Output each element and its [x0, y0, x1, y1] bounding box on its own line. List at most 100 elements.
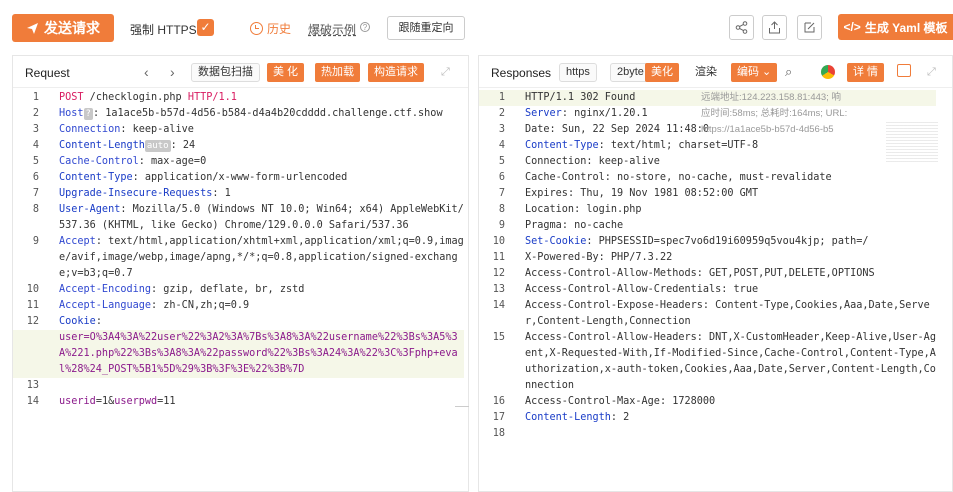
- code-token: POST: [59, 92, 84, 103]
- line-number: 5: [32, 156, 39, 167]
- line-number: [13, 330, 47, 378]
- code-token: : 24: [170, 140, 196, 151]
- code-token: /checklogin.php: [83, 92, 188, 103]
- code-token: Host: [59, 108, 84, 119]
- code-line: 12 Cookie:: [13, 314, 464, 330]
- line-number: 13: [26, 380, 39, 391]
- send-request-button[interactable]: 发送请求: [12, 14, 114, 42]
- packet-scan-button[interactable]: 数据包扫描: [191, 63, 260, 82]
- share-icon[interactable]: [729, 15, 754, 40]
- line-text: Expires: Thu, 19 Nov 1981 08:52:00 GMT: [513, 186, 936, 202]
- code-line: 7 Expires: Thu, 19 Nov 1981 08:52:00 GMT: [479, 186, 936, 202]
- line-number: 9: [32, 236, 39, 247]
- minimap: [886, 122, 938, 164]
- code-token: Content-Length: [525, 412, 611, 423]
- line-number: 6: [498, 172, 505, 183]
- code-token: : 1a1ace5b-b57d-4d56-b584-d4a4b20cdddd.c…: [92, 108, 443, 119]
- hotload-button[interactable]: 热加载: [315, 63, 360, 82]
- code-line: 7 Upgrade-Insecure-Requests: 1: [13, 186, 464, 202]
- render-button[interactable]: 渲染: [688, 63, 724, 82]
- code-token: HTTP/1.1 302 Found: [525, 92, 636, 103]
- code-token: Set-Cookie: [525, 236, 587, 247]
- beautify-button[interactable]: 美 化: [267, 63, 305, 82]
- line-text: Content-Length: 2: [513, 410, 936, 426]
- history-button[interactable]: 历史: [250, 20, 291, 37]
- force-https-checkbox[interactable]: ✓: [197, 19, 214, 36]
- code-line: 4 Content-Type: text/html; charset=UTF-8: [479, 138, 936, 154]
- line-text: Set-Cookie: PHPSESSID=spec7vo6d19i60959q…: [513, 234, 936, 250]
- code-token: : PHP/7.3.22: [598, 252, 673, 263]
- code-token: : no-cache: [561, 220, 624, 231]
- help-icon[interactable]: ?: [360, 22, 370, 32]
- export-icon[interactable]: [762, 15, 787, 40]
- line-text: Connection: keep-alive: [513, 154, 936, 170]
- code-token: : 1: [212, 188, 231, 199]
- code-token: Connection: [525, 156, 587, 167]
- chevron-right-icon[interactable]: ›: [170, 64, 175, 80]
- meta-line: 应时间:58ms; 总耗时:164ms; URL:: [701, 108, 848, 119]
- line-text: [47, 378, 464, 394]
- request-editor[interactable]: 1 POST /checklogin.php HTTP/1.1 2 Host?: 1a…: [13, 88, 468, 491]
- line-number: 14: [492, 300, 505, 311]
- code-token: Access-Control-Max-Age: [525, 396, 660, 407]
- code-token: : 1728000: [659, 396, 716, 407]
- edit-icon[interactable]: [797, 15, 822, 40]
- inline-tag: ?: [83, 108, 93, 120]
- line-text: Content-Type: text/html; charset=UTF-8: [513, 138, 936, 154]
- chrome-icon[interactable]: [821, 65, 835, 79]
- line-text: Accept-Language: zh-CN,zh;q=0.9: [47, 298, 464, 314]
- code-token: =1&: [95, 396, 115, 407]
- code-token: : Mozilla/5.0 (Windows NT 10.0; Win64; x…: [59, 204, 464, 231]
- code-token: User-Agent: [59, 204, 121, 215]
- line-number: 6: [32, 172, 39, 183]
- code-line: 6 Cache-Control: no-store, no-cache, must…: [479, 170, 936, 186]
- code-token: : login.php: [574, 204, 642, 215]
- force-https-label: 强制 HTTPS: [130, 23, 197, 37]
- code-token: : GET,POST,PUT,DELETE,OPTIONS: [696, 268, 875, 279]
- line-number: 2: [498, 108, 505, 119]
- follow-redirect-button[interactable]: 跟随重定向: [387, 16, 465, 40]
- code-token: :: [95, 316, 109, 327]
- code-token: Accept: [59, 236, 96, 247]
- chevron-left-icon[interactable]: ‹: [144, 64, 149, 80]
- code-line: 5 Cache-Control: max-age=0: [13, 154, 464, 170]
- code-line: 5 Connection: keep-alive: [479, 154, 936, 170]
- generate-yaml-button[interactable]: </> 生成 Yaml 模板: [838, 14, 953, 40]
- code-token: Cache-Control: [59, 156, 139, 167]
- code-token: =O%3A4%3A%22user%22%3A2%3A%7Bs%3A8%3A%22…: [59, 332, 458, 375]
- code-line: 11 X-Powered-By: PHP/7.3.22: [479, 250, 936, 266]
- line-text: [513, 426, 936, 442]
- line-text: Content-Length auto: 24: [47, 138, 464, 154]
- expand-icon[interactable]: ⤢: [441, 66, 450, 79]
- encoding-dropdown[interactable]: 编码 ⌄: [731, 63, 778, 82]
- details-button[interactable]: 详 情: [847, 63, 885, 82]
- construct-request-button[interactable]: 构造请求: [368, 63, 424, 82]
- search-icon[interactable]: ⌕: [785, 64, 792, 80]
- code-token: Cache-Control: [525, 172, 605, 183]
- code-token: Access-Control-Expose-Headers: [525, 300, 703, 311]
- send-request-label: 发送请求: [44, 20, 100, 36]
- tab-https[interactable]: https: [559, 63, 597, 82]
- code-token: Access-Control-Allow-Headers: [525, 332, 697, 343]
- line-number: 4: [498, 140, 505, 151]
- code-token: Content-Length: [59, 140, 145, 151]
- code-token: : keep-alive: [120, 124, 194, 135]
- line-text: Connection: keep-alive: [47, 122, 464, 138]
- comment-icon[interactable]: [897, 64, 911, 77]
- burst-example-link[interactable]: 爆破示例: [308, 21, 356, 38]
- clock-icon: [250, 22, 263, 35]
- response-expand-icon[interactable]: ⤢: [927, 66, 936, 79]
- line-number: 18: [492, 428, 505, 439]
- line-text: Access-Control-Max-Age: 1728000: [513, 394, 936, 410]
- line-number: 17: [492, 412, 505, 423]
- code-token: Upgrade-Insecure-Requests: [59, 188, 213, 199]
- code-token: Accept-Language: [59, 300, 152, 311]
- generate-yaml-label: 生成 Yaml 模板: [864, 20, 948, 35]
- code-line: 13: [13, 378, 464, 394]
- code-line: 3 Connection: keep-alive: [13, 122, 464, 138]
- response-editor[interactable]: 1 HTTP/1.1 302 Found 2 Server: nginx/1.20.1…: [479, 88, 952, 491]
- line-text: Location: login.php: [513, 202, 936, 218]
- response-beautify-button[interactable]: 美化: [645, 63, 679, 82]
- code-token: =11: [157, 396, 176, 407]
